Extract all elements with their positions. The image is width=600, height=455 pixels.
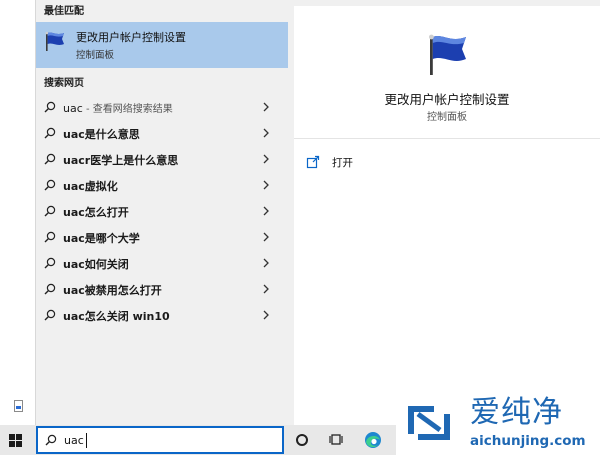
chevron-right-icon[interactable] [262, 284, 270, 294]
web-result-query: uac [63, 102, 83, 115]
web-result-item[interactable]: uac虚拟化 [36, 172, 288, 198]
search-icon [44, 101, 56, 113]
chevron-right-icon[interactable] [262, 258, 270, 268]
open-icon [306, 155, 320, 169]
web-result-item[interactable]: uac怎么打开 [36, 198, 288, 224]
chevron-right-icon[interactable] [262, 154, 270, 164]
search-icon [44, 231, 56, 243]
document-icon[interactable] [14, 400, 23, 412]
best-match-subtitle: 控制面板 [76, 50, 115, 61]
aichunjing-logo-icon [408, 406, 450, 440]
web-result-item[interactable]: uacr医学上是什么意思 [36, 146, 288, 172]
edge-browser-icon[interactable] [364, 431, 382, 449]
chevron-right-icon[interactable] [262, 102, 270, 112]
web-result-query: uac是哪个大学 [63, 232, 140, 245]
watermark-chinese-text: 爱纯净 [470, 395, 563, 430]
web-result-query: uacr医学上是什么意思 [63, 154, 179, 167]
best-match-header: 最佳匹配 [44, 6, 84, 17]
search-icon [44, 153, 56, 165]
web-results-list: uac - 查看网络搜索结果 uac是什么意思 uacr医学上是什么意思 uac… [36, 94, 288, 328]
search-results-pane: 最佳匹配 更改用户帐户控制设置 控制面板 搜索网页 uac - 查看网络搜索结果… [36, 0, 288, 425]
web-result-item[interactable]: uac是哪个大学 [36, 224, 288, 250]
chevron-right-icon[interactable] [262, 206, 270, 216]
chevron-right-icon[interactable] [262, 310, 270, 320]
preview-pane: 更改用户帐户控制设置 控制面板 打开 [288, 0, 600, 425]
chevron-right-icon[interactable] [262, 232, 270, 242]
web-result-item[interactable]: uac怎么关闭 win10 [36, 302, 288, 328]
desktop-area [0, 0, 36, 425]
open-action-label: 打开 [332, 156, 353, 169]
web-result-query: uac是什么意思 [63, 128, 140, 141]
task-view-icon[interactable] [329, 433, 343, 446]
search-icon [44, 309, 56, 321]
search-icon [44, 205, 56, 217]
web-result-query: uac被禁用怎么打开 [63, 284, 162, 297]
search-icon [44, 127, 56, 139]
search-icon [44, 283, 56, 295]
search-icon [45, 434, 57, 446]
web-result-item[interactable]: uac - 查看网络搜索结果 [36, 94, 288, 120]
open-action[interactable]: 打开 [306, 152, 353, 172]
divider [294, 138, 600, 139]
text-cursor [86, 433, 87, 448]
preview-card: 更改用户帐户控制设置 控制面板 打开 [294, 6, 600, 425]
preview-title: 更改用户帐户控制设置 [384, 92, 510, 107]
preview-subtitle: 控制面板 [427, 112, 467, 123]
best-match-title: 更改用户帐户控制设置 [76, 31, 186, 44]
web-result-query: uac虚拟化 [63, 180, 118, 193]
web-result-item[interactable]: uac如何关闭 [36, 250, 288, 276]
search-icon [44, 257, 56, 269]
web-result-suffix: - 查看网络搜索结果 [82, 104, 173, 115]
search-icon [44, 179, 56, 191]
watermark-domain-text: aichunjing.com [470, 433, 586, 449]
web-search-header: 搜索网页 [44, 78, 84, 89]
web-result-item[interactable]: uac被禁用怎么打开 [36, 276, 288, 302]
cortana-icon[interactable] [296, 434, 308, 446]
watermark: 爱纯净 aichunjing.com [396, 392, 600, 455]
taskbar-search-box[interactable] [36, 426, 284, 454]
search-input[interactable] [64, 431, 264, 449]
best-match-item[interactable]: 更改用户帐户控制设置 控制面板 [36, 22, 288, 68]
flag-icon [45, 31, 64, 51]
web-result-query: uac怎么关闭 win10 [63, 310, 170, 323]
windows-start-icon[interactable] [9, 434, 22, 447]
chevron-right-icon[interactable] [262, 180, 270, 190]
chevron-right-icon[interactable] [262, 128, 270, 138]
web-result-query: uac怎么打开 [63, 206, 129, 219]
web-result-item[interactable]: uac是什么意思 [36, 120, 288, 146]
flag-icon [429, 34, 466, 75]
web-result-query: uac如何关闭 [63, 258, 129, 271]
